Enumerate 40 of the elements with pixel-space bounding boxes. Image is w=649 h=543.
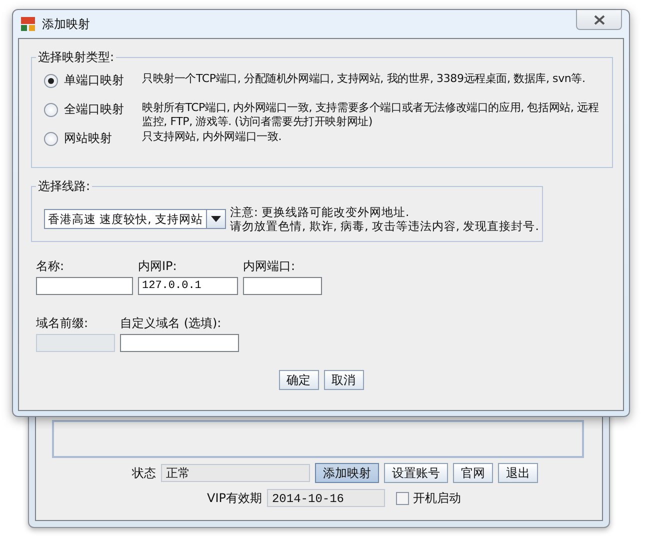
field-label: 内网端口: bbox=[243, 258, 296, 275]
input-field[interactable] bbox=[36, 277, 133, 295]
close-icon bbox=[594, 14, 604, 24]
input-field[interactable]: 127.0.0.1 bbox=[138, 277, 238, 295]
field-label: 内网IP: bbox=[138, 258, 178, 275]
field-label: 名称: bbox=[36, 258, 66, 275]
vip-label: VIP有效期 bbox=[207, 490, 262, 506]
main-button[interactable]: 退出 bbox=[498, 463, 538, 483]
caret-icon bbox=[211, 216, 221, 222]
option-description: 只映射一个TCP端口, 分配随机外网端口, 支持网站, 我的世界, 3389远程桌面, 数据库, svn等. bbox=[142, 72, 586, 86]
group-title: 选择线路: bbox=[37, 178, 92, 195]
radio-button[interactable] bbox=[44, 132, 58, 146]
route-dropdown[interactable]: 香港高速 速度较快, 支持网站 bbox=[44, 209, 226, 229]
field-label: 自定义域名 (选填): bbox=[120, 315, 222, 332]
dialog-button[interactable]: 取消 bbox=[324, 370, 364, 390]
status-field: 正常 bbox=[161, 464, 310, 482]
autostart-label: 开机启动 bbox=[412, 490, 461, 506]
close-button[interactable] bbox=[576, 10, 622, 30]
dialog-button[interactable]: 确定 bbox=[278, 370, 318, 390]
option-description: 映射所有TCP端口, 内外网端口一致, 支持需要多个端口或者无法修改端口的应用, 包括网站, 远程监控, FTP, 游戏等. (访问者需要先打开映射网址) bbox=[142, 101, 600, 129]
radio-label: 全端口映射 bbox=[64, 101, 125, 118]
radio-label: 网站映射 bbox=[64, 130, 113, 147]
radio-label: 单端口映射 bbox=[64, 72, 125, 89]
window-title: 添加映射 bbox=[42, 16, 90, 32]
radio-button[interactable] bbox=[44, 74, 58, 88]
main-button[interactable]: 添加映射 bbox=[315, 463, 379, 483]
group-title: 选择映射类型: bbox=[37, 49, 116, 66]
app-icon bbox=[20, 16, 36, 32]
main-button[interactable]: 设置账号 bbox=[384, 463, 448, 483]
route-note: 注意: 更换线路可能改变外网地址. bbox=[230, 205, 410, 219]
radio-button[interactable] bbox=[44, 103, 58, 117]
option-description: 只支持网站, 内外网端口一致. bbox=[142, 130, 282, 144]
route-note: 请勿放置色情, 欺诈, 病毒, 攻击等违法内容, 发现直接封号. bbox=[230, 219, 539, 233]
autostart-checkbox[interactable] bbox=[396, 492, 409, 504]
vip-expiry-field: 2014-10-16 bbox=[266, 489, 385, 507]
main-button[interactable]: 官网 bbox=[453, 463, 493, 483]
input-field[interactable] bbox=[120, 334, 239, 352]
field-label: 域名前缀: bbox=[36, 315, 90, 332]
input-field[interactable] bbox=[243, 277, 322, 295]
status-label: 状态 bbox=[132, 464, 156, 482]
